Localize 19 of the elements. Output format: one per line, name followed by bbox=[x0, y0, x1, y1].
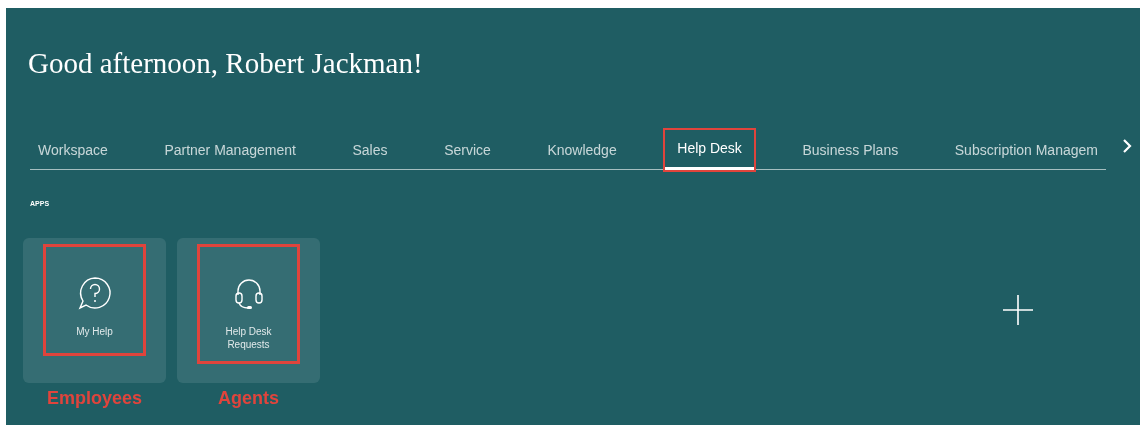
nav-tab[interactable]: Service bbox=[436, 130, 499, 170]
greeting-heading: Good afternoon, Robert Jackman! bbox=[28, 46, 423, 81]
app-label: My Help bbox=[75, 325, 114, 338]
annotation-caption: Agents bbox=[218, 387, 279, 410]
nav-tab[interactable]: Help Desk bbox=[665, 130, 754, 170]
question-bubble-icon bbox=[76, 275, 113, 311]
add-button[interactable] bbox=[1000, 292, 1036, 328]
chevron-right-icon bbox=[1122, 139, 1132, 153]
app-tile[interactable]: My Help bbox=[23, 238, 166, 383]
nav-tab[interactable]: Business Plans bbox=[794, 130, 907, 170]
nav-tab[interactable]: Workspace bbox=[30, 130, 116, 170]
nav-tab[interactable]: Partner Management bbox=[156, 130, 304, 170]
nav-tab[interactable]: Subscription Managem bbox=[946, 130, 1106, 170]
annotation-caption: Employees bbox=[46, 387, 142, 410]
app-label: Help Desk Requests bbox=[224, 325, 273, 351]
nav-tab[interactable]: Sales bbox=[344, 130, 396, 170]
app-tile[interactable]: Help Desk Requests bbox=[177, 238, 320, 383]
nav-tab[interactable]: Knowledge bbox=[539, 130, 625, 170]
plus-icon bbox=[1002, 294, 1034, 326]
